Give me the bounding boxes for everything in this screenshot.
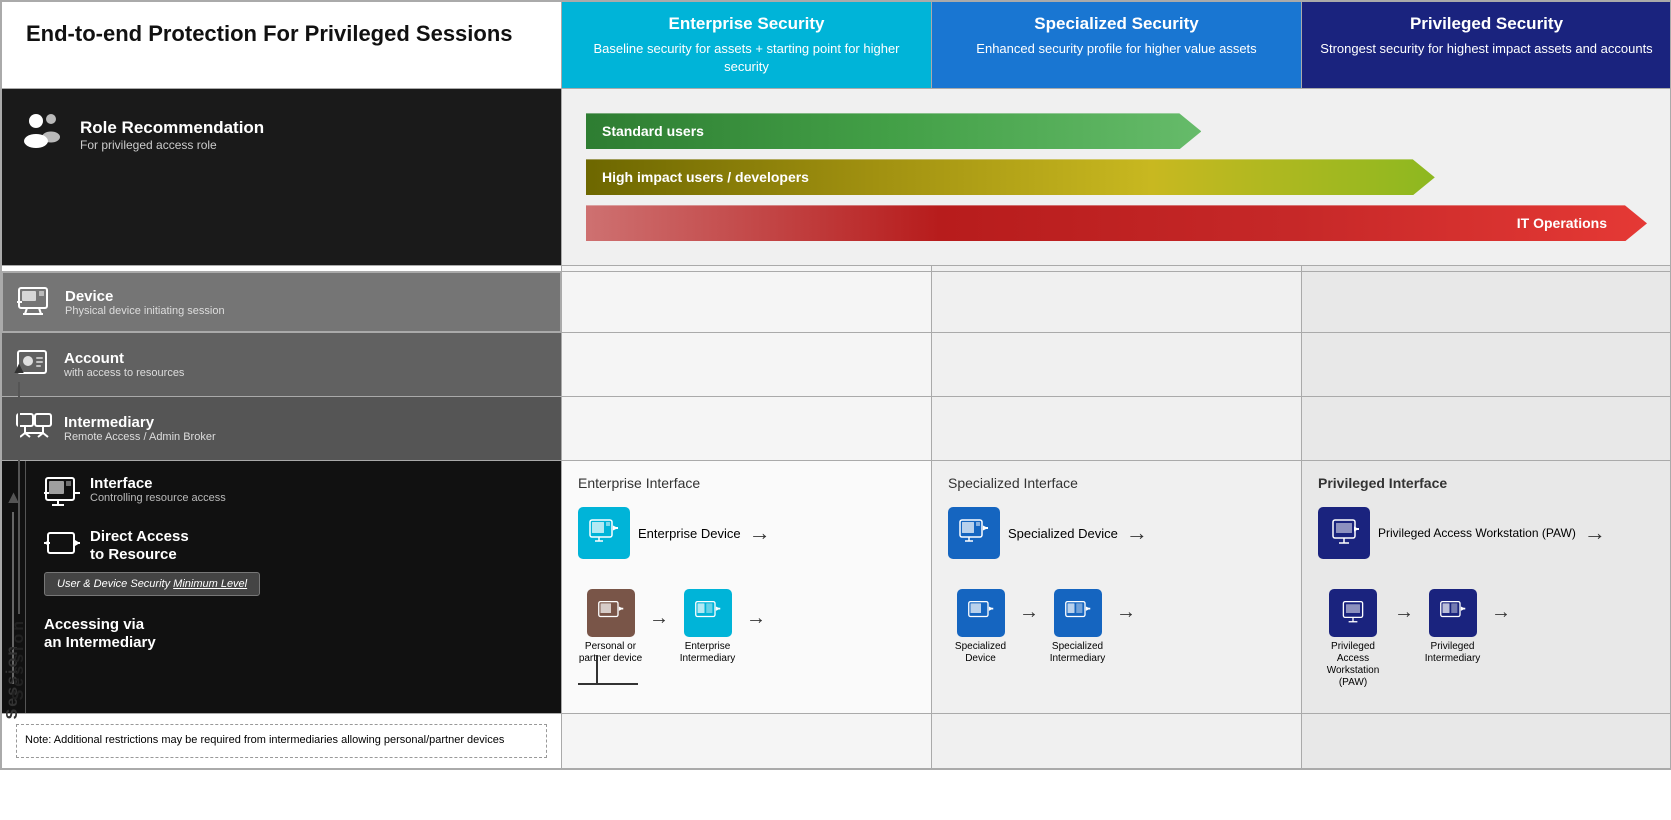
privileged-header: Privileged Security Strongest security f… bbox=[1302, 2, 1671, 89]
privileged-desc: Strongest security for highest impact as… bbox=[1312, 40, 1661, 58]
note-text: Note: Additional restrictions may be req… bbox=[25, 734, 504, 746]
intermediary-enterprise-cell bbox=[562, 397, 932, 461]
account-enterprise-cell bbox=[562, 333, 932, 397]
privileged-intermediary-icon bbox=[1429, 589, 1477, 637]
privileged-interface-cell: Privileged Interface bbox=[1302, 461, 1671, 714]
min-level-underline: Minimum Level bbox=[173, 578, 247, 590]
main-title-cell: End-to-end Protection For Privileged Ses… bbox=[2, 2, 562, 89]
interface-title: Interface bbox=[90, 475, 226, 492]
device-subtitle: Physical device initiating session bbox=[65, 305, 225, 317]
personal-device-icon bbox=[587, 589, 635, 637]
privileged-workstation-icon bbox=[1329, 589, 1377, 637]
account-title: Account bbox=[64, 350, 184, 367]
spec-arrow1: → bbox=[1019, 601, 1039, 624]
note-box: Note: Additional restrictions may be req… bbox=[16, 724, 547, 757]
min-level-badge: User & Device Security Minimum Level bbox=[44, 572, 260, 596]
note-specialized bbox=[932, 714, 1302, 768]
arrow-bars-container: Standard users High impact users / devel… bbox=[586, 103, 1647, 251]
account-privileged-cell bbox=[1302, 333, 1671, 397]
device-title: Device bbox=[65, 288, 225, 305]
note-enterprise bbox=[562, 714, 932, 768]
device-privileged-cell bbox=[1302, 272, 1671, 333]
interface-icon bbox=[44, 475, 80, 514]
account-subtitle: with access to resources bbox=[64, 367, 184, 379]
enterprise-interface-title: Enterprise Interface bbox=[578, 475, 915, 491]
main-title: End-to-end Protection For Privileged Ses… bbox=[26, 20, 537, 49]
enterprise-interface-cell: Enterprise Interface bbox=[562, 461, 932, 714]
standard-users-arrow: Standard users bbox=[586, 113, 1201, 149]
priv-arrow1: → bbox=[1394, 601, 1414, 624]
privileged-label: Privileged Security bbox=[1312, 14, 1661, 34]
interface-subtitle: Controlling resource access bbox=[90, 492, 226, 504]
specialized-interface-title: Specialized Interface bbox=[948, 475, 1285, 491]
enterprise-device-label: Enterprise Device bbox=[638, 526, 741, 541]
spec-arrow2: → bbox=[1116, 601, 1136, 624]
specialized-device2-label: Specialized Device bbox=[948, 641, 1013, 665]
enterprise-device-arrow: → bbox=[749, 520, 771, 546]
it-ops-label: IT Operations bbox=[1517, 215, 1607, 231]
enterprise-intermediary-icon bbox=[684, 589, 732, 637]
intermediary-subtitle: Remote Access / Admin Broker bbox=[64, 431, 216, 443]
specialized-intermediary-label: Specialized Intermediary bbox=[1045, 641, 1110, 665]
specialized-device-label: Specialized Device bbox=[1008, 526, 1118, 541]
account-row-cell: Account with access to resources bbox=[2, 333, 562, 397]
session-label: Session bbox=[4, 644, 22, 719]
interface-left-cell: ▲ bbox=[2, 461, 562, 714]
specialized-intermediary-icon bbox=[1054, 589, 1102, 637]
specialized-label: Specialized Security bbox=[942, 14, 1291, 34]
specialized-device2-icon bbox=[957, 589, 1005, 637]
it-ops-arrow: IT Operations bbox=[586, 205, 1647, 241]
privileged-device-icon bbox=[1318, 507, 1370, 559]
intermediary-privileged-cell bbox=[1302, 397, 1671, 461]
intermediary-row-cell: Intermediary Remote Access / Admin Broke… bbox=[2, 397, 562, 461]
enterprise-desc: Baseline security for assets + starting … bbox=[572, 40, 921, 76]
role-recommendation-cell: Role Recommendation For privileged acces… bbox=[2, 89, 562, 266]
accessing-via-label: Accessing viaan Intermediary bbox=[44, 616, 547, 652]
device-icon bbox=[17, 284, 53, 320]
enterprise-intermediary-row: Personal or partner device → bbox=[578, 589, 915, 665]
privileged-intermediary-row: Privileged Access Workstation (PAW) → bbox=[1318, 589, 1655, 689]
enterprise-device-icon bbox=[578, 507, 630, 559]
privileged-workstation-label: Privileged Access Workstation (PAW) bbox=[1318, 641, 1388, 689]
device-enterprise-cell bbox=[562, 272, 932, 333]
specialized-device-arrow: → bbox=[1126, 520, 1148, 546]
intermediary-specialized-cell bbox=[932, 397, 1302, 461]
high-impact-arrow: High impact users / developers bbox=[586, 159, 1435, 195]
enterprise-label: Enterprise Security bbox=[572, 14, 921, 34]
specialized-header: Specialized Security Enhanced security p… bbox=[932, 2, 1302, 89]
device-specialized-cell bbox=[932, 272, 1302, 333]
role-arrows-cell: Standard users High impact users / devel… bbox=[562, 89, 1671, 266]
specialized-device-icon bbox=[948, 507, 1000, 559]
intermediary-icon bbox=[16, 409, 52, 448]
device-row-cell: Device Physical device initiating sessio… bbox=[2, 272, 561, 332]
role-subtitle: For privileged access role bbox=[80, 138, 264, 152]
personal-device-label: Personal or partner device bbox=[578, 641, 643, 665]
privileged-device-label: Privileged Access Workstation (PAW) bbox=[1378, 526, 1576, 542]
intermediary-access-arrow1: → bbox=[649, 607, 669, 630]
specialized-interface-cell: Specialized Interface bbox=[932, 461, 1302, 714]
high-impact-label: High impact users / developers bbox=[602, 169, 809, 185]
intermediary-access-arrow2: → bbox=[746, 607, 766, 630]
specialized-desc: Enhanced security profile for higher val… bbox=[942, 40, 1291, 58]
enterprise-intermediary-label: Enterprise Intermediary bbox=[675, 641, 740, 665]
min-level-text: User & Device Security bbox=[57, 578, 173, 590]
privileged-device-arrow: → bbox=[1584, 520, 1606, 546]
intermediary-title: Intermediary bbox=[64, 414, 216, 431]
privileged-interface-title: Privileged Interface bbox=[1318, 475, 1655, 491]
role-title: Role Recommendation bbox=[80, 118, 264, 138]
account-specialized-cell bbox=[932, 333, 1302, 397]
account-icon bbox=[16, 345, 52, 384]
direct-access-label: Direct Accessto Resource bbox=[90, 528, 189, 564]
priv-arrow2: → bbox=[1491, 601, 1511, 624]
enterprise-header: Enterprise Security Baseline security fo… bbox=[562, 2, 932, 89]
privileged-intermediary-label: Privileged Intermediary bbox=[1420, 641, 1485, 665]
role-icon bbox=[18, 107, 66, 163]
standard-users-label: Standard users bbox=[602, 123, 704, 139]
note-cell: Session Note: Additional restrictions ma… bbox=[2, 714, 562, 768]
note-privileged bbox=[1302, 714, 1671, 768]
specialized-intermediary-row: Specialized Device → bbox=[948, 589, 1285, 665]
